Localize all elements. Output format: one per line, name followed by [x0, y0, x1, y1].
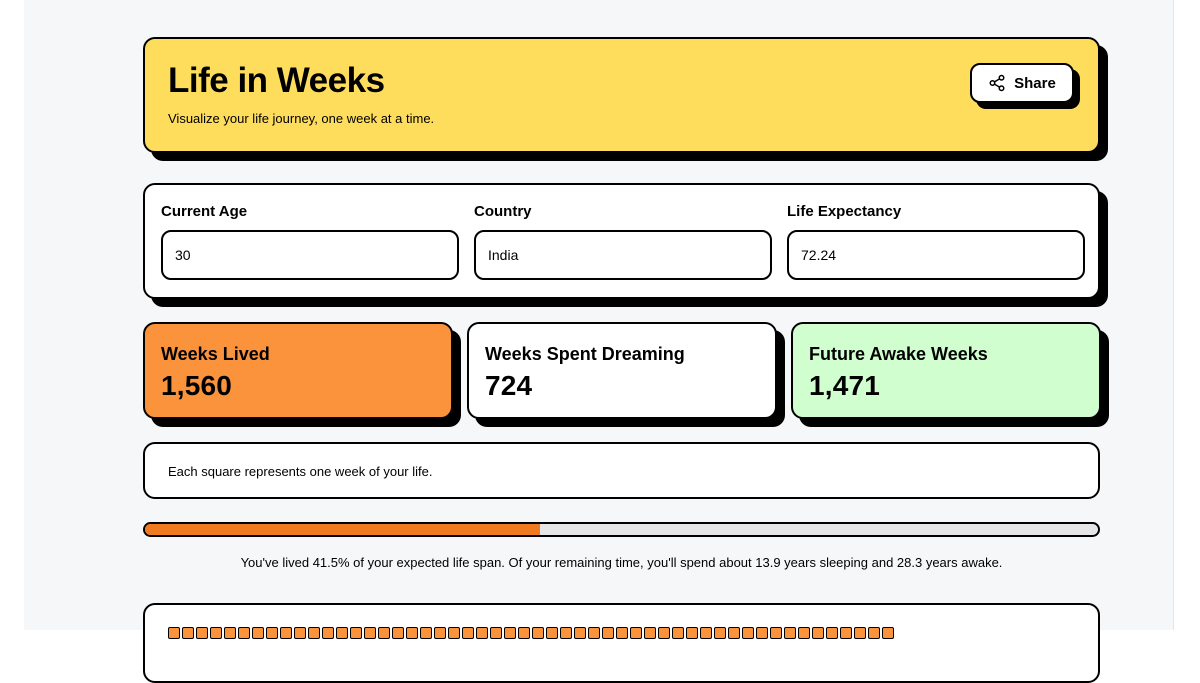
weeks-dreaming-value: 724 [485, 370, 533, 401]
week-square [252, 627, 264, 639]
share-button[interactable]: Share [970, 63, 1074, 103]
weeks-lived-label: Weeks Lived [161, 344, 270, 364]
week-square [364, 627, 376, 639]
page-canvas: Life in Weeks Visualize your life journe… [24, 0, 1174, 683]
week-square [784, 627, 796, 639]
week-square [742, 627, 754, 639]
week-square [756, 627, 768, 639]
life-progress-bar [143, 522, 1100, 537]
week-square [462, 627, 474, 639]
age-field: Current Age [161, 203, 459, 280]
week-square [700, 627, 712, 639]
future-awake-value: 1,471 [809, 370, 881, 401]
age-input[interactable] [161, 230, 459, 280]
week-square [182, 627, 194, 639]
week-square [854, 627, 866, 639]
header-card: Life in Weeks Visualize your life journe… [143, 37, 1100, 153]
week-square [294, 627, 306, 639]
week-square [658, 627, 670, 639]
week-square [322, 627, 334, 639]
week-square [840, 627, 852, 639]
country-input[interactable] [474, 230, 772, 280]
week-square [630, 627, 642, 639]
week-square [476, 627, 488, 639]
weeks-lived-value: 1,560 [161, 370, 233, 401]
week-square [238, 627, 250, 639]
week-square [826, 627, 838, 639]
week-square [560, 627, 572, 639]
future-awake-label: Future Awake Weeks [809, 344, 988, 364]
week-square [714, 627, 726, 639]
info-card: Each square represents one week of your … [143, 442, 1100, 499]
country-label: Country [474, 203, 532, 220]
week-square [448, 627, 460, 639]
week-square [770, 627, 782, 639]
week-square [196, 627, 208, 639]
week-square [672, 627, 684, 639]
week-square [336, 627, 348, 639]
expectancy-label: Life Expectancy [787, 203, 902, 220]
week-square [546, 627, 558, 639]
week-square [644, 627, 656, 639]
page-title: Life in Weeks [168, 61, 385, 100]
inputs-card: Current Age Country Life Expectancy [143, 183, 1100, 299]
week-square [532, 627, 544, 639]
week-grid [168, 627, 894, 639]
week-square [504, 627, 516, 639]
week-square [378, 627, 390, 639]
info-text: Each square represents one week of your … [168, 464, 433, 479]
week-square [728, 627, 740, 639]
week-square [574, 627, 586, 639]
week-grid-card [143, 603, 1100, 683]
week-square [588, 627, 600, 639]
week-square [490, 627, 502, 639]
week-square [882, 627, 894, 639]
week-square [602, 627, 614, 639]
week-square [280, 627, 292, 639]
weeks-dreaming-label: Weeks Spent Dreaming [485, 344, 685, 364]
week-square [406, 627, 418, 639]
week-square [168, 627, 180, 639]
share-icon [988, 74, 1006, 92]
week-square [868, 627, 880, 639]
age-label: Current Age [161, 203, 248, 220]
week-square [686, 627, 698, 639]
expectancy-input[interactable] [787, 230, 1085, 280]
week-square [224, 627, 236, 639]
week-square [420, 627, 432, 639]
progress-caption: You've lived 41.5% of your expected life… [240, 555, 1003, 570]
week-square [798, 627, 810, 639]
week-square [616, 627, 628, 639]
future-awake-card: Future Awake Weeks 1,471 [791, 322, 1101, 419]
week-square [392, 627, 404, 639]
page-subtitle: Visualize your life journey, one week at… [168, 111, 435, 126]
week-square [210, 627, 222, 639]
share-button-label: Share [1014, 74, 1056, 92]
expectancy-field: Life Expectancy [787, 203, 1085, 280]
week-square [308, 627, 320, 639]
weeks-dreaming-card: Weeks Spent Dreaming 724 [467, 322, 777, 419]
week-square [350, 627, 362, 639]
week-square [518, 627, 530, 639]
country-field: Country [474, 203, 772, 280]
weeks-lived-card: Weeks Lived 1,560 [143, 322, 453, 419]
week-square [266, 627, 278, 639]
week-square [812, 627, 824, 639]
week-square [434, 627, 446, 639]
life-progress-fill [145, 524, 541, 535]
